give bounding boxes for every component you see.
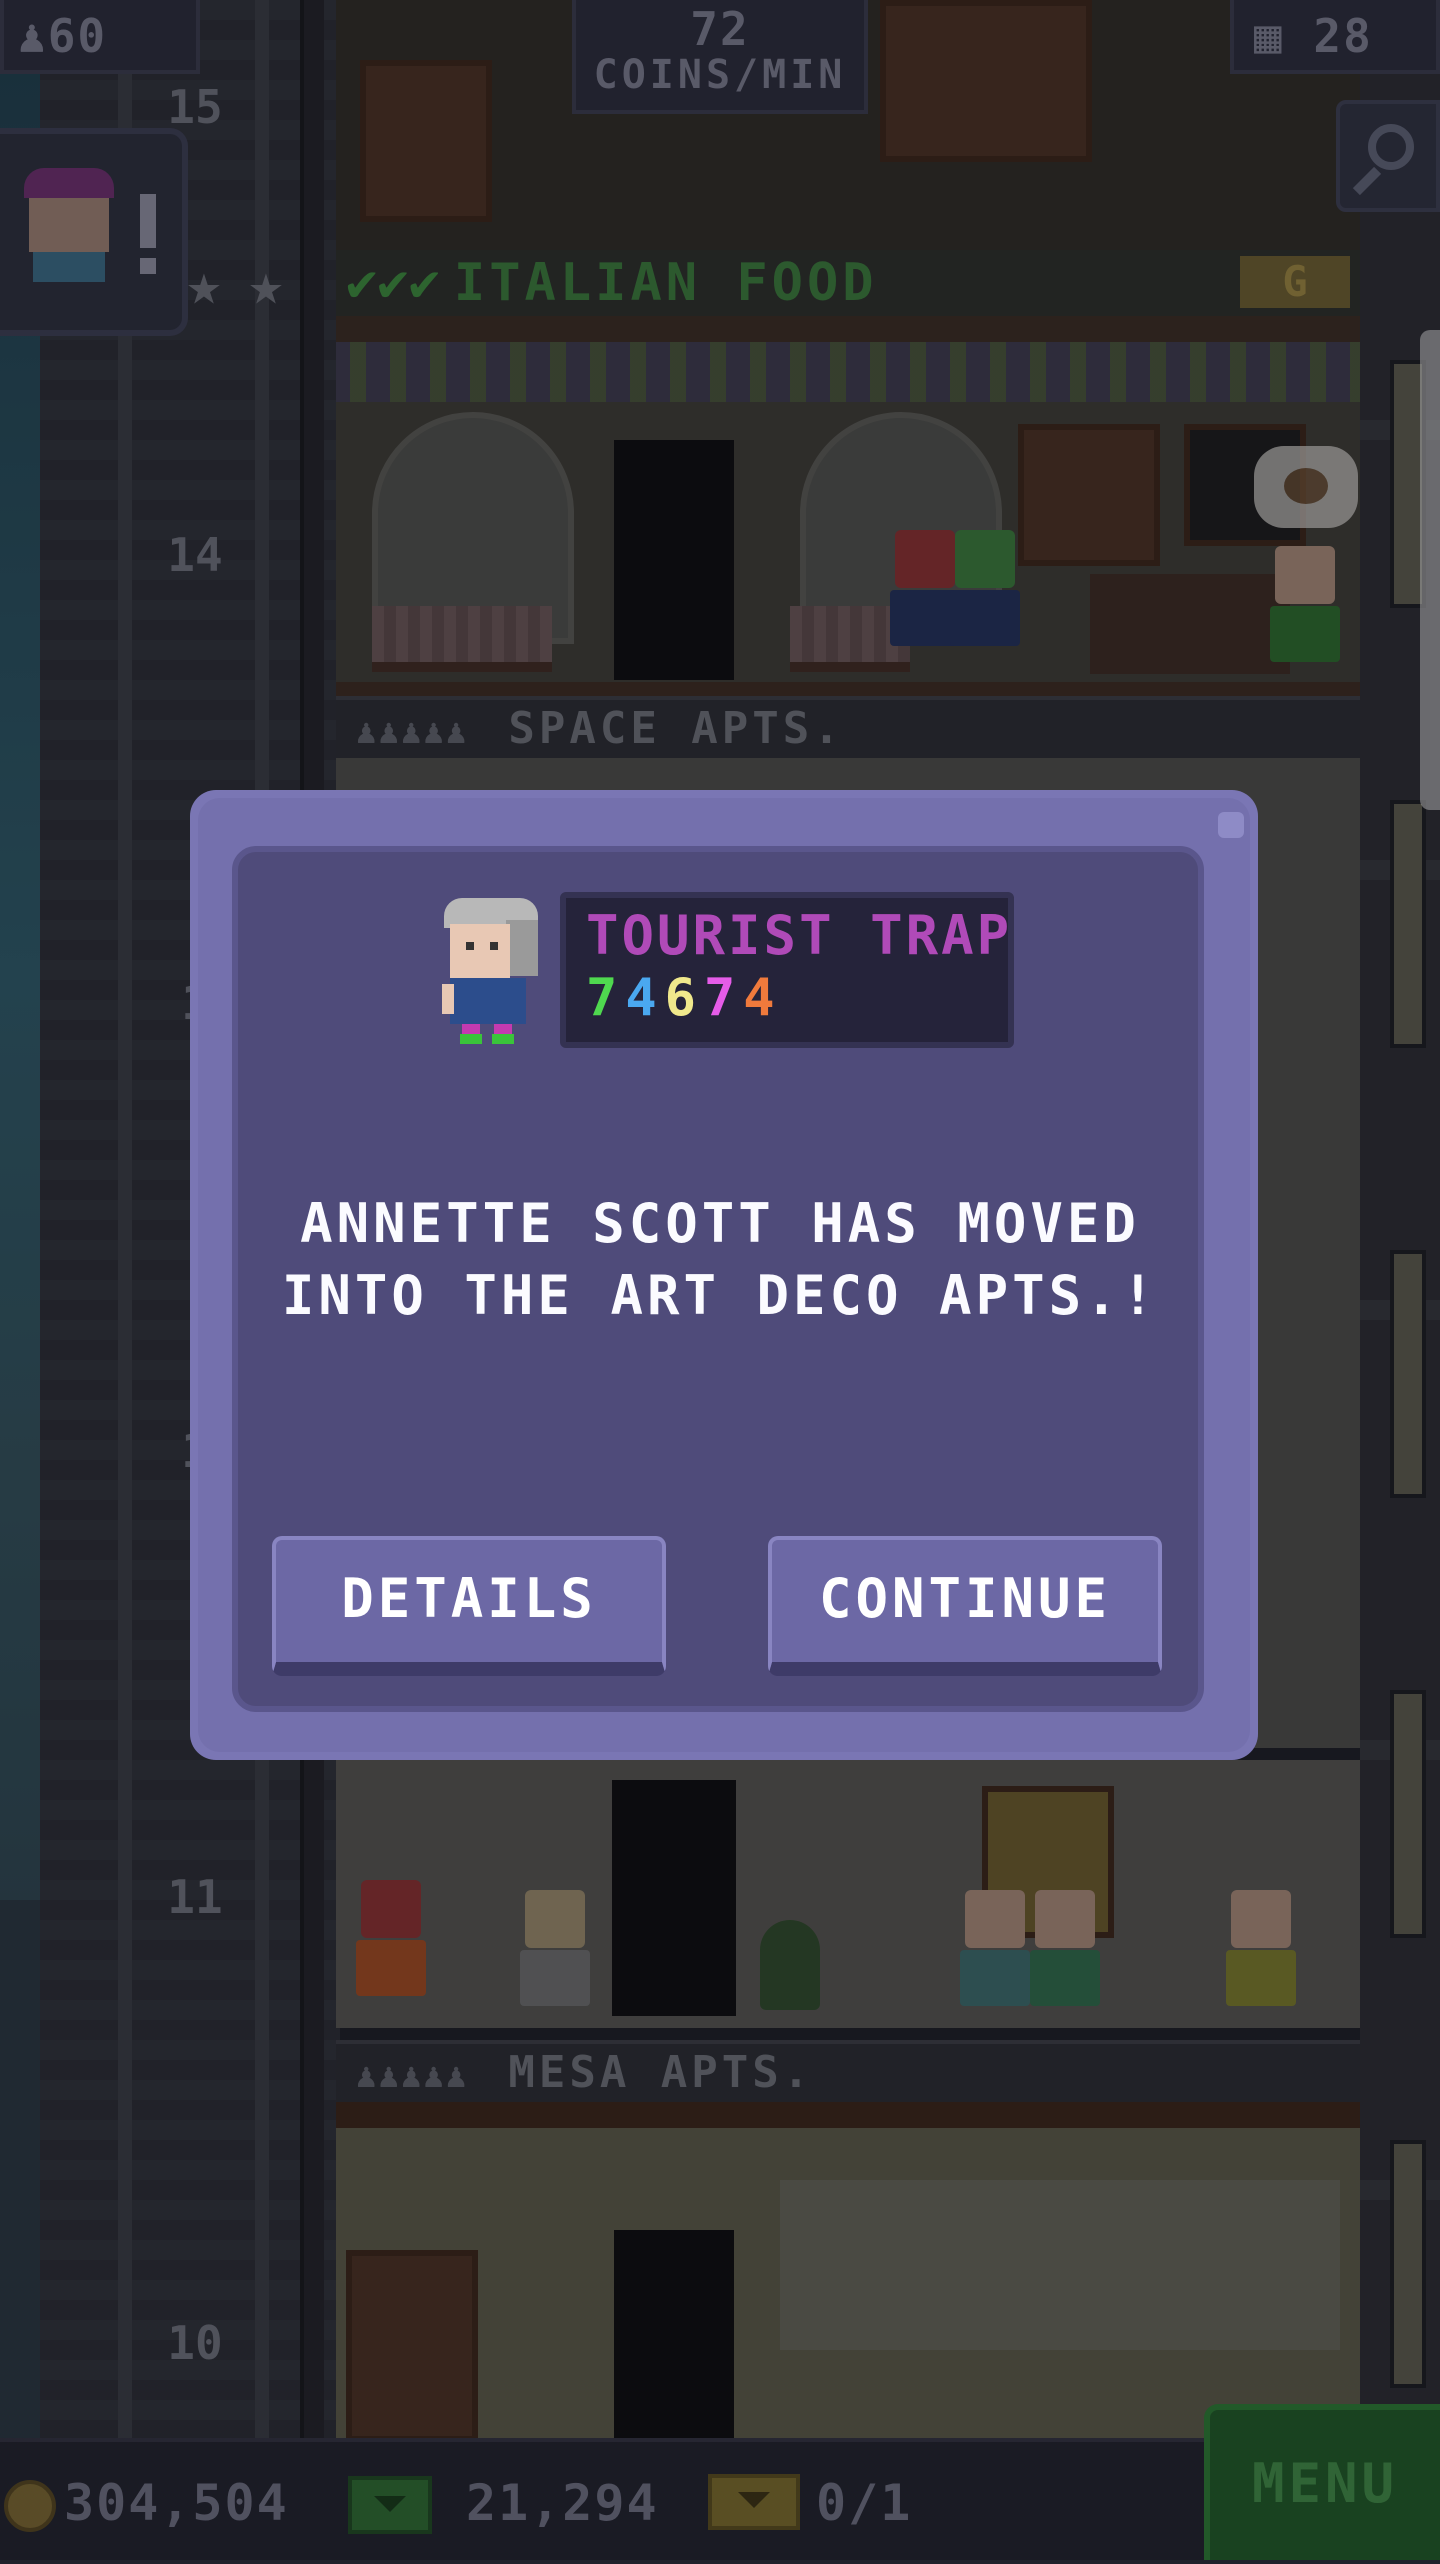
skill-digit: 7 [586,968,626,1028]
skill-digit: 4 [743,968,783,1028]
trait-title: TOURIST TRAP [586,904,1013,967]
skill-digit: 6 [664,968,704,1028]
skill-digit: 7 [703,968,744,1028]
resident-trait-card: TOURIST TRAP 74674 [560,892,1014,1048]
details-button[interactable]: DETAILS [272,1536,666,1676]
dialog-corner [1218,812,1244,838]
continue-button[interactable]: CONTINUE [768,1536,1162,1676]
skill-digit: 4 [625,968,665,1028]
resident-portrait [436,898,546,1048]
dialog-message: ANNETTE SCOTT HAS MOVED INTO THE ART DEC… [262,1188,1178,1332]
message-line: ANNETTE SCOTT HAS MOVED [300,1192,1140,1255]
message-line: INTO THE ART DECO APTS.! [281,1264,1159,1327]
skill-digits: 74674 [586,968,783,1028]
